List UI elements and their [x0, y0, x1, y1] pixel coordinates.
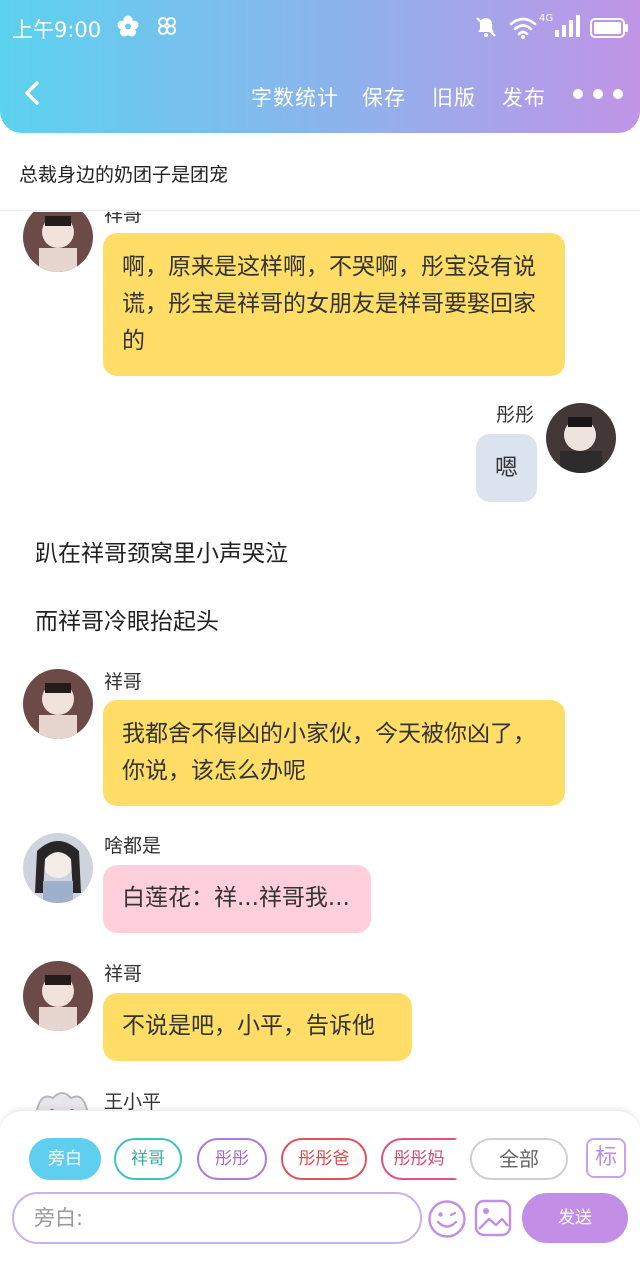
role-chip-tongtong-dad[interactable]: 彤彤爸: [281, 1138, 367, 1180]
role-chip-tongtong[interactable]: 彤彤: [197, 1138, 267, 1180]
speaker-name: 彤彤: [496, 404, 535, 426]
more-dots-icon[interactable]: [572, 84, 624, 104]
compose-panel: 旁白 祥哥 彤彤 彤彤爸 彤彤妈 全部 标 旁白: 发送: [0, 1110, 640, 1280]
document-title: 总裁身边的奶团子是团宠: [19, 164, 229, 186]
image-icon[interactable]: [474, 1199, 512, 1237]
message-bubble: 我都舍不得凶的小家伙，今天被你凶了，你说，该怎么办呢: [103, 700, 565, 806]
avatar[interactable]: [23, 669, 93, 739]
speaker-name: 祥哥: [104, 212, 143, 226]
role-chip-xiangge[interactable]: 祥哥: [114, 1138, 182, 1180]
speaker-name: 祥哥: [104, 671, 143, 693]
save-button[interactable]: 保存: [362, 82, 406, 112]
tag-button[interactable]: 标: [586, 1138, 626, 1178]
speaker-name: 啥都是: [104, 835, 162, 857]
word-count-button[interactable]: 字数统计: [251, 82, 339, 112]
narration-text: 趴在祥哥颈窝里小声哭泣: [35, 541, 288, 567]
avatar[interactable]: [33, 1088, 91, 1110]
speaker-name: 王小平: [104, 1091, 162, 1110]
send-button[interactable]: 发送: [522, 1193, 628, 1243]
app-header: 上午9:00 4G 字数统计 保存 旧版 发布: [0, 0, 640, 133]
battery-icon: [590, 18, 628, 38]
signal-icon: [555, 15, 580, 37]
bell-muted-icon: [476, 17, 496, 37]
role-chip-tongtong-mom[interactable]: 彤彤妈: [381, 1138, 457, 1180]
message-bubble: 啊，原来是这样啊，不哭啊，彤宝没有说谎，彤宝是祥哥的女朋友是祥哥要娶回家的: [103, 233, 565, 376]
message-bubble: 不说是吧，小平，告诉他: [103, 993, 412, 1061]
chevron-left-icon[interactable]: [20, 80, 46, 106]
document-title-bar[interactable]: 总裁身边的奶团子是团宠: [0, 133, 640, 211]
avatar[interactable]: [23, 961, 93, 1031]
role-chip-all[interactable]: 全部: [470, 1138, 568, 1180]
old-version-button[interactable]: 旧版: [432, 82, 476, 112]
top-nav: 字数统计 保存 旧版 发布: [0, 56, 640, 133]
message-bubble: 白莲花：祥...祥哥我...: [103, 865, 371, 933]
wifi-icon: [509, 17, 537, 39]
role-chip-narrator[interactable]: 旁白: [29, 1138, 101, 1180]
message-input[interactable]: 旁白:: [12, 1192, 422, 1244]
emoji-icon[interactable]: [427, 1199, 467, 1239]
clover-icon: [158, 17, 176, 35]
avatar[interactable]: [23, 833, 93, 903]
message-bubble: 嗯: [476, 434, 537, 502]
flower-icon: [117, 15, 139, 37]
speaker-name: 祥哥: [104, 963, 143, 985]
chat-area[interactable]: 祥哥 啊，原来是这样啊，不哭啊，彤宝没有说谎，彤宝是祥哥的女朋友是祥哥要娶回家的…: [0, 212, 640, 1110]
narration-text: 而祥哥冷眼抬起头: [35, 609, 219, 635]
status-time: 上午9:00: [12, 18, 102, 42]
publish-button[interactable]: 发布: [502, 82, 546, 112]
avatar[interactable]: [546, 403, 616, 473]
network-type: 4G: [539, 13, 554, 24]
avatar[interactable]: [23, 212, 93, 272]
status-bar: 上午9:00 4G: [0, 0, 640, 56]
